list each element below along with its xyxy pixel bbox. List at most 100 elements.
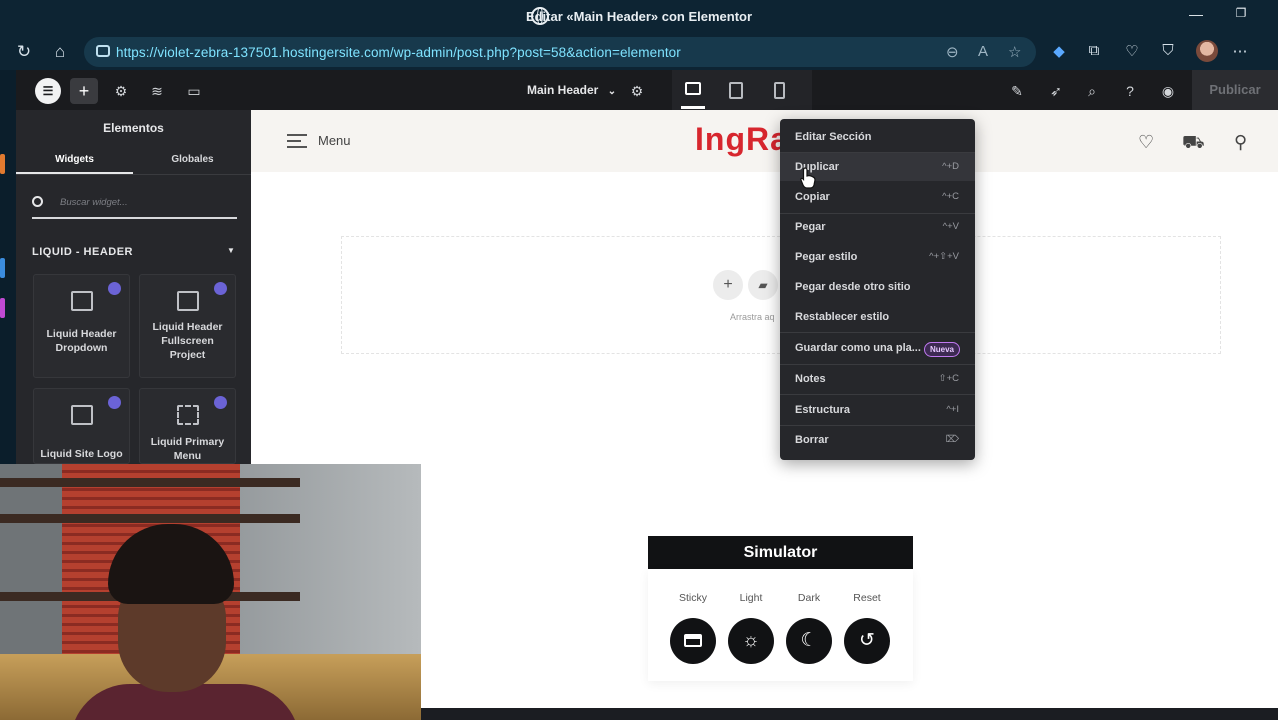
widget-liquid-header-fullscreen-project[interactable]: Liquid Header Fullscreen Project [139, 274, 236, 378]
favorite-star-icon[interactable]: ☆ [1008, 43, 1021, 61]
category-heading[interactable]: LIQUID - HEADER [32, 246, 133, 258]
hamburger-icon[interactable] [287, 134, 307, 148]
elementor-top-bar: ☰ + ⚙ ≋ ▭ Main Header ⌄ ⚙ ✎ ➶ ⌕ ? ◉ Publ… [16, 70, 1278, 110]
tab-widgets[interactable]: Widgets [16, 154, 133, 174]
add-section-button[interactable]: + [713, 270, 743, 300]
simulator-label-reset: Reset [853, 592, 881, 604]
strip-marker-orange [0, 154, 5, 174]
search-widget-input[interactable]: Buscar widget... [32, 193, 237, 219]
tab-globales[interactable]: Globales [134, 154, 251, 165]
menu-item-label[interactable]: Restablecer estilo [795, 311, 889, 323]
simulator-widget: Simulator Sticky Light Dark Reset ☼ ☾ ↺ [648, 536, 913, 681]
reload-icon[interactable]: ↻ [13, 42, 35, 62]
menu-item-restablecer-estilo[interactable]: Restablecer estilo [780, 303, 975, 331]
desktop-icon[interactable] [685, 82, 701, 95]
help-icon[interactable]: ? [1119, 80, 1141, 102]
menu-item-borrar[interactable]: Borrar ⌦ [780, 426, 975, 454]
logo-text-part1: Ing [695, 121, 746, 157]
menu-item-label[interactable]: Editar Sección [795, 131, 871, 143]
simulator-body: Sticky Light Dark Reset ☼ ☾ ↺ [648, 569, 913, 681]
menu-item-pegar-desde-otro-sitio[interactable]: Pegar desde otro sitio [780, 273, 975, 301]
read-aloud-icon[interactable]: A [978, 43, 988, 60]
search-icon[interactable]: ⌕ [1081, 80, 1103, 102]
cart-icon[interactable]: ⛟ [1182, 132, 1205, 156]
menu-item-label[interactable]: Copiar [795, 191, 830, 203]
widget-label: Liquid Header Fullscreen Project [152, 321, 223, 361]
menu-item-label[interactable]: Pegar [795, 221, 826, 233]
extension-shield-icon[interactable]: ◆ [1049, 42, 1069, 60]
site-info-icon[interactable] [96, 45, 110, 57]
site-settings-icon[interactable]: ⚙ [110, 80, 132, 102]
menu-item-shortcut: ^+C [942, 191, 959, 202]
template-library-button[interactable]: ▰ [748, 270, 778, 300]
sticky-header-button[interactable] [670, 618, 716, 664]
menu-item-pegar[interactable]: Pegar ^+V [780, 213, 975, 241]
menu-item-label[interactable]: Guardar como una pla... [795, 342, 921, 354]
menu-item-label[interactable]: Estructura [795, 404, 850, 416]
menu-item-estructura[interactable]: Estructura ^+I [780, 396, 975, 424]
publish-button[interactable]: Publicar [1192, 70, 1278, 110]
add-element-button[interactable]: + [70, 78, 98, 104]
menu-item-shortcut: ⇧+C [938, 373, 959, 384]
site-logo[interactable]: IngRa [695, 121, 789, 158]
restore-icon[interactable]: ❐ [1229, 6, 1253, 20]
minimize-icon[interactable]: — [1184, 6, 1208, 22]
tablet-icon[interactable] [729, 82, 743, 99]
menu-item-label[interactable]: Pegar desde otro sitio [795, 281, 911, 293]
caret-down-icon[interactable]: ▼ [227, 246, 235, 255]
menu-item-pegar-estilo[interactable]: Pegar estilo ^+⇧+V [780, 243, 975, 271]
document-name-label[interactable]: Main Header [527, 83, 598, 97]
home-icon[interactable]: ⌂ [49, 42, 71, 62]
chevron-down-icon[interactable]: ⌄ [608, 86, 616, 97]
more-options-icon[interactable]: ⋯ [1230, 42, 1250, 60]
dark-mode-button[interactable]: ☾ [786, 618, 832, 664]
simulator-title: Simulator [648, 536, 913, 569]
webcam-shelf [0, 514, 300, 523]
zoom-icon[interactable]: ⊖ [946, 43, 959, 61]
structure-layers-icon[interactable]: ≋ [146, 80, 168, 102]
widget-label: Liquid Site Logo [40, 448, 123, 460]
profile-avatar[interactable] [1196, 40, 1218, 62]
simulator-label-light: Light [739, 592, 763, 604]
widget-liquid-site-logo[interactable]: Liquid Site Logo [33, 388, 130, 464]
menu-item-label[interactable]: Pegar estilo [795, 251, 857, 263]
elementor-logo-icon[interactable]: ☰ [35, 78, 61, 104]
pro-badge-icon [214, 396, 227, 409]
health-icon[interactable]: ♡ [1122, 42, 1142, 60]
site-header[interactable]: Menu IngRa ♡ ⛟ ⚲ [251, 110, 1278, 172]
preview-eye-icon[interactable]: ◉ [1157, 80, 1179, 102]
search-icon [32, 196, 43, 207]
menu-item-label[interactable]: Borrar [795, 434, 829, 446]
extensions-icon[interactable]: ⧉ [1084, 42, 1104, 59]
comments-icon[interactable]: ▭ [183, 80, 205, 102]
rocket-icon[interactable]: ➶ [1045, 80, 1067, 102]
document-settings-icon[interactable]: ⚙ [626, 80, 648, 102]
url-text[interactable]: https://violet-zebra-137501.hostingersit… [116, 45, 681, 60]
url-bar[interactable]: https://violet-zebra-137501.hostingersit… [84, 37, 1036, 67]
widget-liquid-primary-menu[interactable]: Liquid Primary Menu [139, 388, 236, 464]
document-name[interactable]: Main Header ⌄ [527, 83, 616, 97]
menu-item-shortcut: ^+V [942, 221, 959, 232]
heart-icon[interactable]: ♡ [1138, 132, 1154, 153]
menu-item-editar-seccion[interactable]: Editar Sección [780, 123, 975, 151]
widget-liquid-header-dropdown[interactable]: Liquid Header Dropdown [33, 274, 130, 378]
menu-item-notes[interactable]: Notes ⇧+C [780, 365, 975, 393]
window-title: Editar «Main Header» con Elementor [525, 9, 753, 24]
search-placeholder[interactable]: Buscar widget... [60, 197, 128, 208]
elements-panel: Elementos Widgets Globales Buscar widget… [16, 110, 251, 464]
webcam-overlay [0, 464, 421, 720]
keyboard-icon [71, 405, 93, 425]
mobile-icon[interactable] [774, 82, 785, 99]
webcam-shelf [0, 478, 300, 487]
menu-item-label[interactable]: Notes [795, 373, 826, 385]
light-mode-button[interactable]: ☼ [728, 618, 774, 664]
ai-pencil-icon[interactable]: ✎ [1006, 80, 1028, 102]
active-device-indicator [681, 106, 705, 109]
menu-label[interactable]: Menu [318, 133, 351, 148]
reset-button[interactable]: ↺ [844, 618, 890, 664]
security-shield-icon[interactable]: ⛉ [1158, 42, 1178, 59]
reset-icon: ↺ [859, 630, 875, 651]
menu-item-shortcut: ^+D [942, 161, 959, 172]
widget-label: Liquid Header Dropdown [46, 328, 117, 354]
search-icon[interactable]: ⚲ [1234, 132, 1247, 153]
